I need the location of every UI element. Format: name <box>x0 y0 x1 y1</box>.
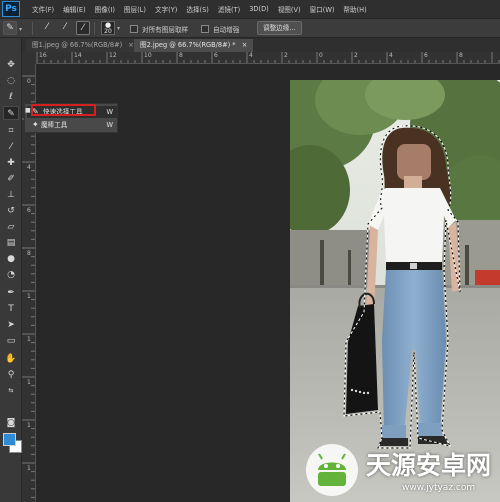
auto-enhance-label: 自动增强 <box>213 26 240 34</box>
ruler-label: 1 <box>27 379 31 386</box>
menu-type[interactable]: 文字(Y) <box>155 4 177 14</box>
brush-new-icon: ⁄ <box>46 22 48 32</box>
ruler-label: 1 <box>27 422 31 429</box>
ruler-label: 8 <box>27 250 31 257</box>
eyedropper-tool-icon[interactable]: ⁄ <box>3 140 19 154</box>
ruler-label: 1 <box>27 465 31 472</box>
clone-stamp-icon[interactable]: ⊥ <box>3 188 19 202</box>
brush-size-picker[interactable]: ● 20 <box>101 21 115 35</box>
flyout-item-magic-wand[interactable]: ✦ 魔棒工具 W <box>27 119 117 131</box>
add-to-selection-button[interactable]: ⁄ <box>58 21 72 35</box>
tab-label: 图2.jpeg @ 66.7%(RGB/8#) * <box>140 41 236 49</box>
quick-selection-tool-icon[interactable]: ✎ <box>3 106 19 120</box>
menu-view[interactable]: 视图(V) <box>278 4 301 14</box>
menu-edit[interactable]: 编辑(E) <box>63 4 86 14</box>
options-bar: ✎ ▾ ⁄ ⁄ ⁄ ● 20 ▾ 对所有图层取样 自动增强 调整边缘... <box>0 18 500 38</box>
blur-tool-icon[interactable]: ● <box>3 252 19 266</box>
tab-label: 图1.jpeg @ 66.7%(RGB/8#) <box>32 41 123 49</box>
tab-image2[interactable]: 图2.jpeg @ 66.7%(RGB/8#) * × <box>134 39 254 52</box>
crop-tool-icon[interactable]: ⌗ <box>3 124 19 138</box>
ruler-label: 12 <box>109 52 117 59</box>
watermark-url: www.jytyaz.com <box>402 483 476 493</box>
hand-tool-icon[interactable]: ✋ <box>3 352 19 366</box>
menu-file[interactable]: 文件(F) <box>32 4 54 14</box>
android-logo-icon <box>306 444 358 496</box>
shape-tool-icon[interactable]: ▭ <box>3 334 19 348</box>
ruler-ticks <box>36 52 500 63</box>
sample-all-layers-checkbox[interactable] <box>130 25 138 33</box>
healing-brush-icon[interactable]: ✚ <box>3 156 19 170</box>
document-tabs: 图1.jpeg @ 66.7%(RGB/8#) × 图2.jpeg @ 66.7… <box>22 38 500 52</box>
ruler-label: 8 <box>179 52 183 59</box>
sample-all-layers-label: 对所有图层取样 <box>142 26 189 34</box>
brush-add-icon: ⁄ <box>64 22 66 32</box>
ruler-label: 6 <box>27 207 31 214</box>
ruler-label: 4 <box>249 52 253 59</box>
ruler-label: 8 <box>459 52 463 59</box>
ruler-label: 6 <box>424 52 428 59</box>
flyout-item-label: 魔棒工具 <box>41 121 68 129</box>
quick-mask-icon[interactable]: ◙ <box>3 416 19 430</box>
watermark-brand: 天源安卓网 <box>366 451 492 480</box>
brush-tool-icon[interactable]: ✐ <box>3 172 19 186</box>
history-brush-icon[interactable]: ↺ <box>3 204 19 218</box>
close-icon[interactable]: × <box>242 41 248 49</box>
subtract-selection-button[interactable]: ⁄ <box>76 21 90 35</box>
separator <box>94 22 95 35</box>
ruler-label: 0 <box>27 78 31 85</box>
photoshop-logo: Ps <box>2 1 20 17</box>
shortcut-key: W <box>106 108 113 116</box>
type-tool-icon[interactable]: T <box>3 302 19 316</box>
path-selection-icon[interactable]: ➤ <box>3 318 19 332</box>
annotation-highlight-box <box>31 104 96 116</box>
ruler-label: 4 <box>27 164 31 171</box>
dodge-tool-icon[interactable]: ◔ <box>3 268 19 282</box>
tab-image1[interactable]: 图1.jpeg @ 66.7%(RGB/8#) × <box>26 39 140 52</box>
lasso-tool-icon[interactable]: ℓ <box>3 90 19 104</box>
current-tool-marker-icon: ■ <box>25 107 31 114</box>
gradient-tool-icon[interactable]: ▤ <box>3 236 19 250</box>
menu-image[interactable]: 图像(I) <box>95 4 115 14</box>
brush-subtract-icon: ⁄ <box>82 23 84 33</box>
ruler-label: 10 <box>144 52 152 59</box>
pen-tool-icon[interactable]: ✒ <box>3 286 19 300</box>
menu-select[interactable]: 选择(S) <box>186 4 209 14</box>
eraser-tool-icon[interactable]: ▱ <box>3 220 19 234</box>
ruler-label: 0 <box>319 52 323 59</box>
toolbox: ✥ ◌ ℓ ✎ ⌗ ⁄ ✚ ✐ ⊥ ↺ ▱ ▤ ● ◔ ✒ T ➤ ▭ ✋ ⚲ … <box>0 38 22 502</box>
ruler-label: 2 <box>284 52 288 59</box>
menu-3d[interactable]: 3D(D) <box>249 5 269 13</box>
menu-window[interactable]: 窗口(W) <box>310 4 335 14</box>
shortcut-key: W <box>106 121 113 129</box>
ruler-label: 6 <box>214 52 218 59</box>
menu-bar: Ps 文件(F) 编辑(E) 图像(I) 图层(L) 文字(Y) 选择(S) 滤… <box>0 0 500 18</box>
tool-preset-picker[interactable]: ✎ <box>3 21 17 35</box>
foreground-color-swatch[interactable] <box>3 433 16 446</box>
marquee-tool-icon[interactable]: ◌ <box>3 74 19 88</box>
quick-select-icon: ✎ <box>6 23 14 33</box>
ruler-label: 4 <box>389 52 393 59</box>
ruler-label: 2 <box>354 52 358 59</box>
swap-colors-icon[interactable]: ⇆ <box>3 384 19 398</box>
ruler-label: 1 <box>27 336 31 343</box>
separator <box>32 22 33 35</box>
chevron-down-icon[interactable]: ▾ <box>117 25 120 39</box>
menu-filter[interactable]: 滤镜(T) <box>218 4 240 14</box>
menu-help[interactable]: 帮助(H) <box>343 4 366 14</box>
move-tool-icon[interactable]: ✥ <box>3 58 19 72</box>
ruler-label: 14 <box>74 52 82 59</box>
menu-layer[interactable]: 图层(L) <box>124 4 146 14</box>
magic-wand-icon: ✦ <box>32 120 39 129</box>
brush-size-value: 20 <box>104 28 112 35</box>
site-watermark: 天源安卓网 www.jytyaz.com <box>302 438 500 502</box>
refine-edge-button[interactable]: 调整边缘... <box>257 21 302 35</box>
new-selection-button[interactable]: ⁄ <box>40 21 54 35</box>
zoom-tool-icon[interactable]: ⚲ <box>3 368 19 382</box>
close-icon[interactable]: × <box>128 41 134 49</box>
auto-enhance-checkbox[interactable] <box>201 25 209 33</box>
ruler-label: 16 <box>39 52 47 59</box>
ruler-label: 1 <box>27 293 31 300</box>
ruler-corner <box>22 52 36 64</box>
horizontal-ruler: 16 14 12 10 8 6 4 2 0 2 4 6 8 <box>36 52 500 64</box>
